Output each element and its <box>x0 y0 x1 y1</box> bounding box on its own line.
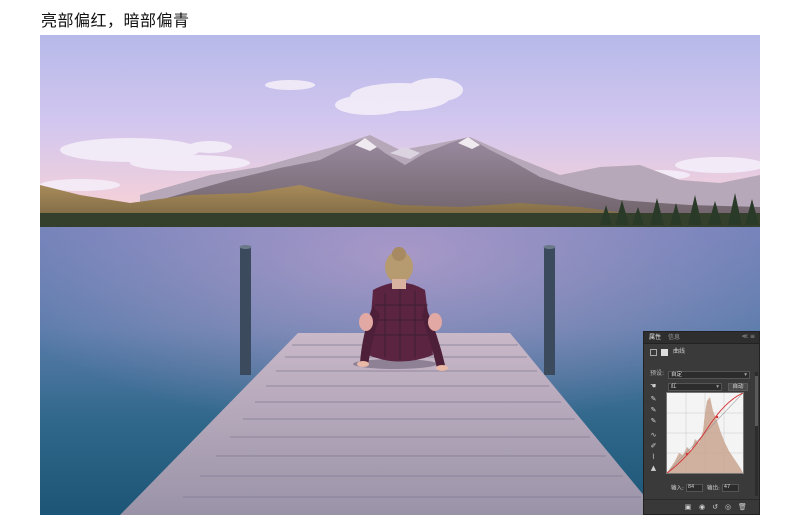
view-previous-icon[interactable]: ◉ <box>698 503 706 511</box>
panel-footer: ▣ ◉ ↺ ◎ 🗑 <box>644 499 759 514</box>
input-readout: 输入: 84 <box>671 484 703 493</box>
adjustment-header: 曲线 <box>644 348 761 358</box>
curves-properties-panel: 属性 信息 ≪ ≡ 曲线 预设: 自定 ▾ ☚ 红 ▾ 自动 ✎ ✎ ✎ ∿ ✐… <box>643 331 760 515</box>
scrollbar-thumb[interactable] <box>755 376 758 426</box>
input-label: 输入: <box>671 485 684 492</box>
smooth-icon[interactable]: ⌇ <box>649 453 658 462</box>
channel-value: 红 <box>671 384 677 390</box>
eyedropper-black-icon[interactable]: ✎ <box>649 395 658 404</box>
histogram-warning-icon[interactable]: ▲ <box>649 464 658 473</box>
target-adjust-icon[interactable]: ☚ <box>650 382 656 390</box>
visibility-eye-icon[interactable]: ◎ <box>724 503 732 511</box>
tab-properties[interactable]: 属性 <box>649 334 661 341</box>
preset-label: 预设: <box>650 370 665 377</box>
reset-icon[interactable]: ↺ <box>711 503 719 511</box>
output-label: 输出: <box>707 485 720 492</box>
curves-adjustment-icon <box>650 349 657 356</box>
clip-to-layer-icon[interactable]: ▣ <box>684 503 692 511</box>
trash-icon[interactable]: 🗑 <box>738 503 747 511</box>
mask-icon[interactable] <box>661 349 668 356</box>
pencil-icon[interactable]: ✐ <box>649 442 658 451</box>
curves-graph[interactable] <box>666 392 744 474</box>
panel-scrollbar[interactable] <box>755 372 758 496</box>
output-readout: 输出: 47 <box>707 484 739 493</box>
eyedropper-white-icon[interactable]: ✎ <box>649 417 658 426</box>
channel-select[interactable]: 红 ▾ <box>668 383 722 391</box>
auto-button[interactable]: 自动 <box>728 383 748 391</box>
preset-select[interactable]: 自定 ▾ <box>668 371 750 379</box>
panel-tab-bar: 属性 信息 ≪ ≡ <box>644 332 759 344</box>
tab-info[interactable]: 信息 <box>668 334 680 341</box>
page-heading: 亮部偏红，暗部偏青 <box>41 11 190 30</box>
chevron-down-icon: ▾ <box>716 384 719 390</box>
preset-value: 自定 <box>671 372 683 378</box>
output-value[interactable]: 47 <box>721 484 739 492</box>
preset-row: 预设: 自定 ▾ <box>644 370 761 380</box>
chevron-down-icon: ▾ <box>744 372 747 378</box>
panel-menu-icon[interactable]: ≪ ≡ <box>742 333 755 340</box>
adjustment-name: 曲线 <box>673 348 686 355</box>
channel-row: ☚ 红 ▾ 自动 <box>644 382 761 392</box>
eyedropper-gray-icon[interactable]: ✎ <box>649 406 658 415</box>
input-value[interactable]: 84 <box>685 484 703 492</box>
curve-point-tool-icon[interactable]: ∿ <box>649 431 658 440</box>
